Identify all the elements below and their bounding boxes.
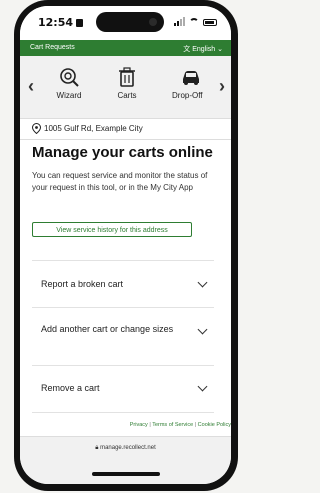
phone-frame: 12:54 Cart Requests 文 English ⌄ ‹ Wizard… bbox=[14, 0, 238, 491]
nav-item-label: Carts bbox=[117, 91, 137, 100]
privacy-link[interactable]: Privacy bbox=[130, 422, 148, 428]
accordion-label: Add another cart or change sizes bbox=[41, 324, 174, 334]
chevron-down-icon bbox=[197, 277, 208, 288]
home-indicator[interactable] bbox=[92, 472, 160, 476]
nav-item-label: Drop-Off bbox=[172, 91, 203, 100]
nav-item-dropoff[interactable]: Drop-Off bbox=[170, 66, 220, 100]
app-header: Cart Requests 文 English ⌄ bbox=[20, 40, 231, 56]
lock-icon: 🔒︎ bbox=[95, 445, 99, 451]
phone-screen: 12:54 Cart Requests 文 English ⌄ ‹ Wizard… bbox=[20, 6, 231, 484]
chevron-down-icon bbox=[197, 381, 208, 392]
battery-icon bbox=[203, 19, 217, 26]
intro-text: You can request service and monitor the … bbox=[32, 171, 208, 192]
car-icon bbox=[183, 71, 199, 85]
footer-links: Privacy | Terms of Service | Cookie Poli… bbox=[20, 422, 231, 428]
nav-next-button[interactable]: › bbox=[219, 76, 225, 97]
wizard-icon bbox=[60, 68, 79, 87]
language-selector[interactable]: 文 English ⌄ bbox=[183, 44, 223, 54]
accordion-item-remove[interactable]: Remove a cart bbox=[32, 365, 214, 413]
chevron-down-icon bbox=[197, 324, 208, 335]
signal-icon bbox=[174, 17, 185, 26]
accordion-label: Remove a cart bbox=[41, 383, 100, 393]
accordion-label: Report a broken cart bbox=[41, 279, 124, 289]
page-title: Manage your carts online bbox=[32, 144, 213, 161]
status-bar: 12:54 bbox=[20, 6, 231, 40]
browser-url-bar[interactable]: 🔒︎ manage.recollect.net bbox=[20, 436, 231, 484]
address-text: 1005 Gulf Rd, Example City bbox=[44, 124, 143, 133]
dynamic-island bbox=[96, 12, 164, 32]
translate-icon: 文 bbox=[183, 46, 191, 53]
url-display: 🔒︎ manage.recollect.net bbox=[95, 445, 156, 451]
trash-cart-icon bbox=[119, 67, 135, 87]
cookie-policy-link[interactable]: Cookie Policy bbox=[198, 422, 231, 428]
wifi-icon bbox=[189, 18, 199, 26]
nav-item-label: Wizard bbox=[56, 91, 82, 100]
nav-prev-button[interactable]: ‹ bbox=[28, 76, 34, 97]
view-history-button[interactable]: View service history for this address bbox=[32, 222, 192, 237]
app-title: Cart Requests bbox=[30, 44, 75, 51]
footer-separator: | bbox=[149, 422, 151, 428]
accordion-item-report-broken[interactable]: Report a broken cart bbox=[32, 260, 214, 308]
terms-link[interactable]: Terms of Service bbox=[152, 422, 193, 428]
footer-separator: | bbox=[194, 422, 197, 428]
camera-icon bbox=[149, 18, 157, 26]
accordion-item-add-change[interactable]: Add another cart or change sizes bbox=[32, 307, 214, 366]
nav-item-wizard[interactable]: Wizard bbox=[44, 66, 94, 100]
chevron-down-icon: ⌄ bbox=[217, 46, 223, 53]
status-time: 12:54 bbox=[38, 16, 84, 29]
address-bar: 1005 Gulf Rd, Example City bbox=[20, 118, 231, 140]
nav-item-carts[interactable]: Carts bbox=[102, 66, 152, 100]
location-pin-icon bbox=[32, 123, 41, 134]
service-nav: ‹ Wizard Carts Drop-Off › bbox=[20, 56, 231, 118]
status-icons bbox=[174, 17, 217, 26]
notification-icon bbox=[76, 19, 84, 27]
